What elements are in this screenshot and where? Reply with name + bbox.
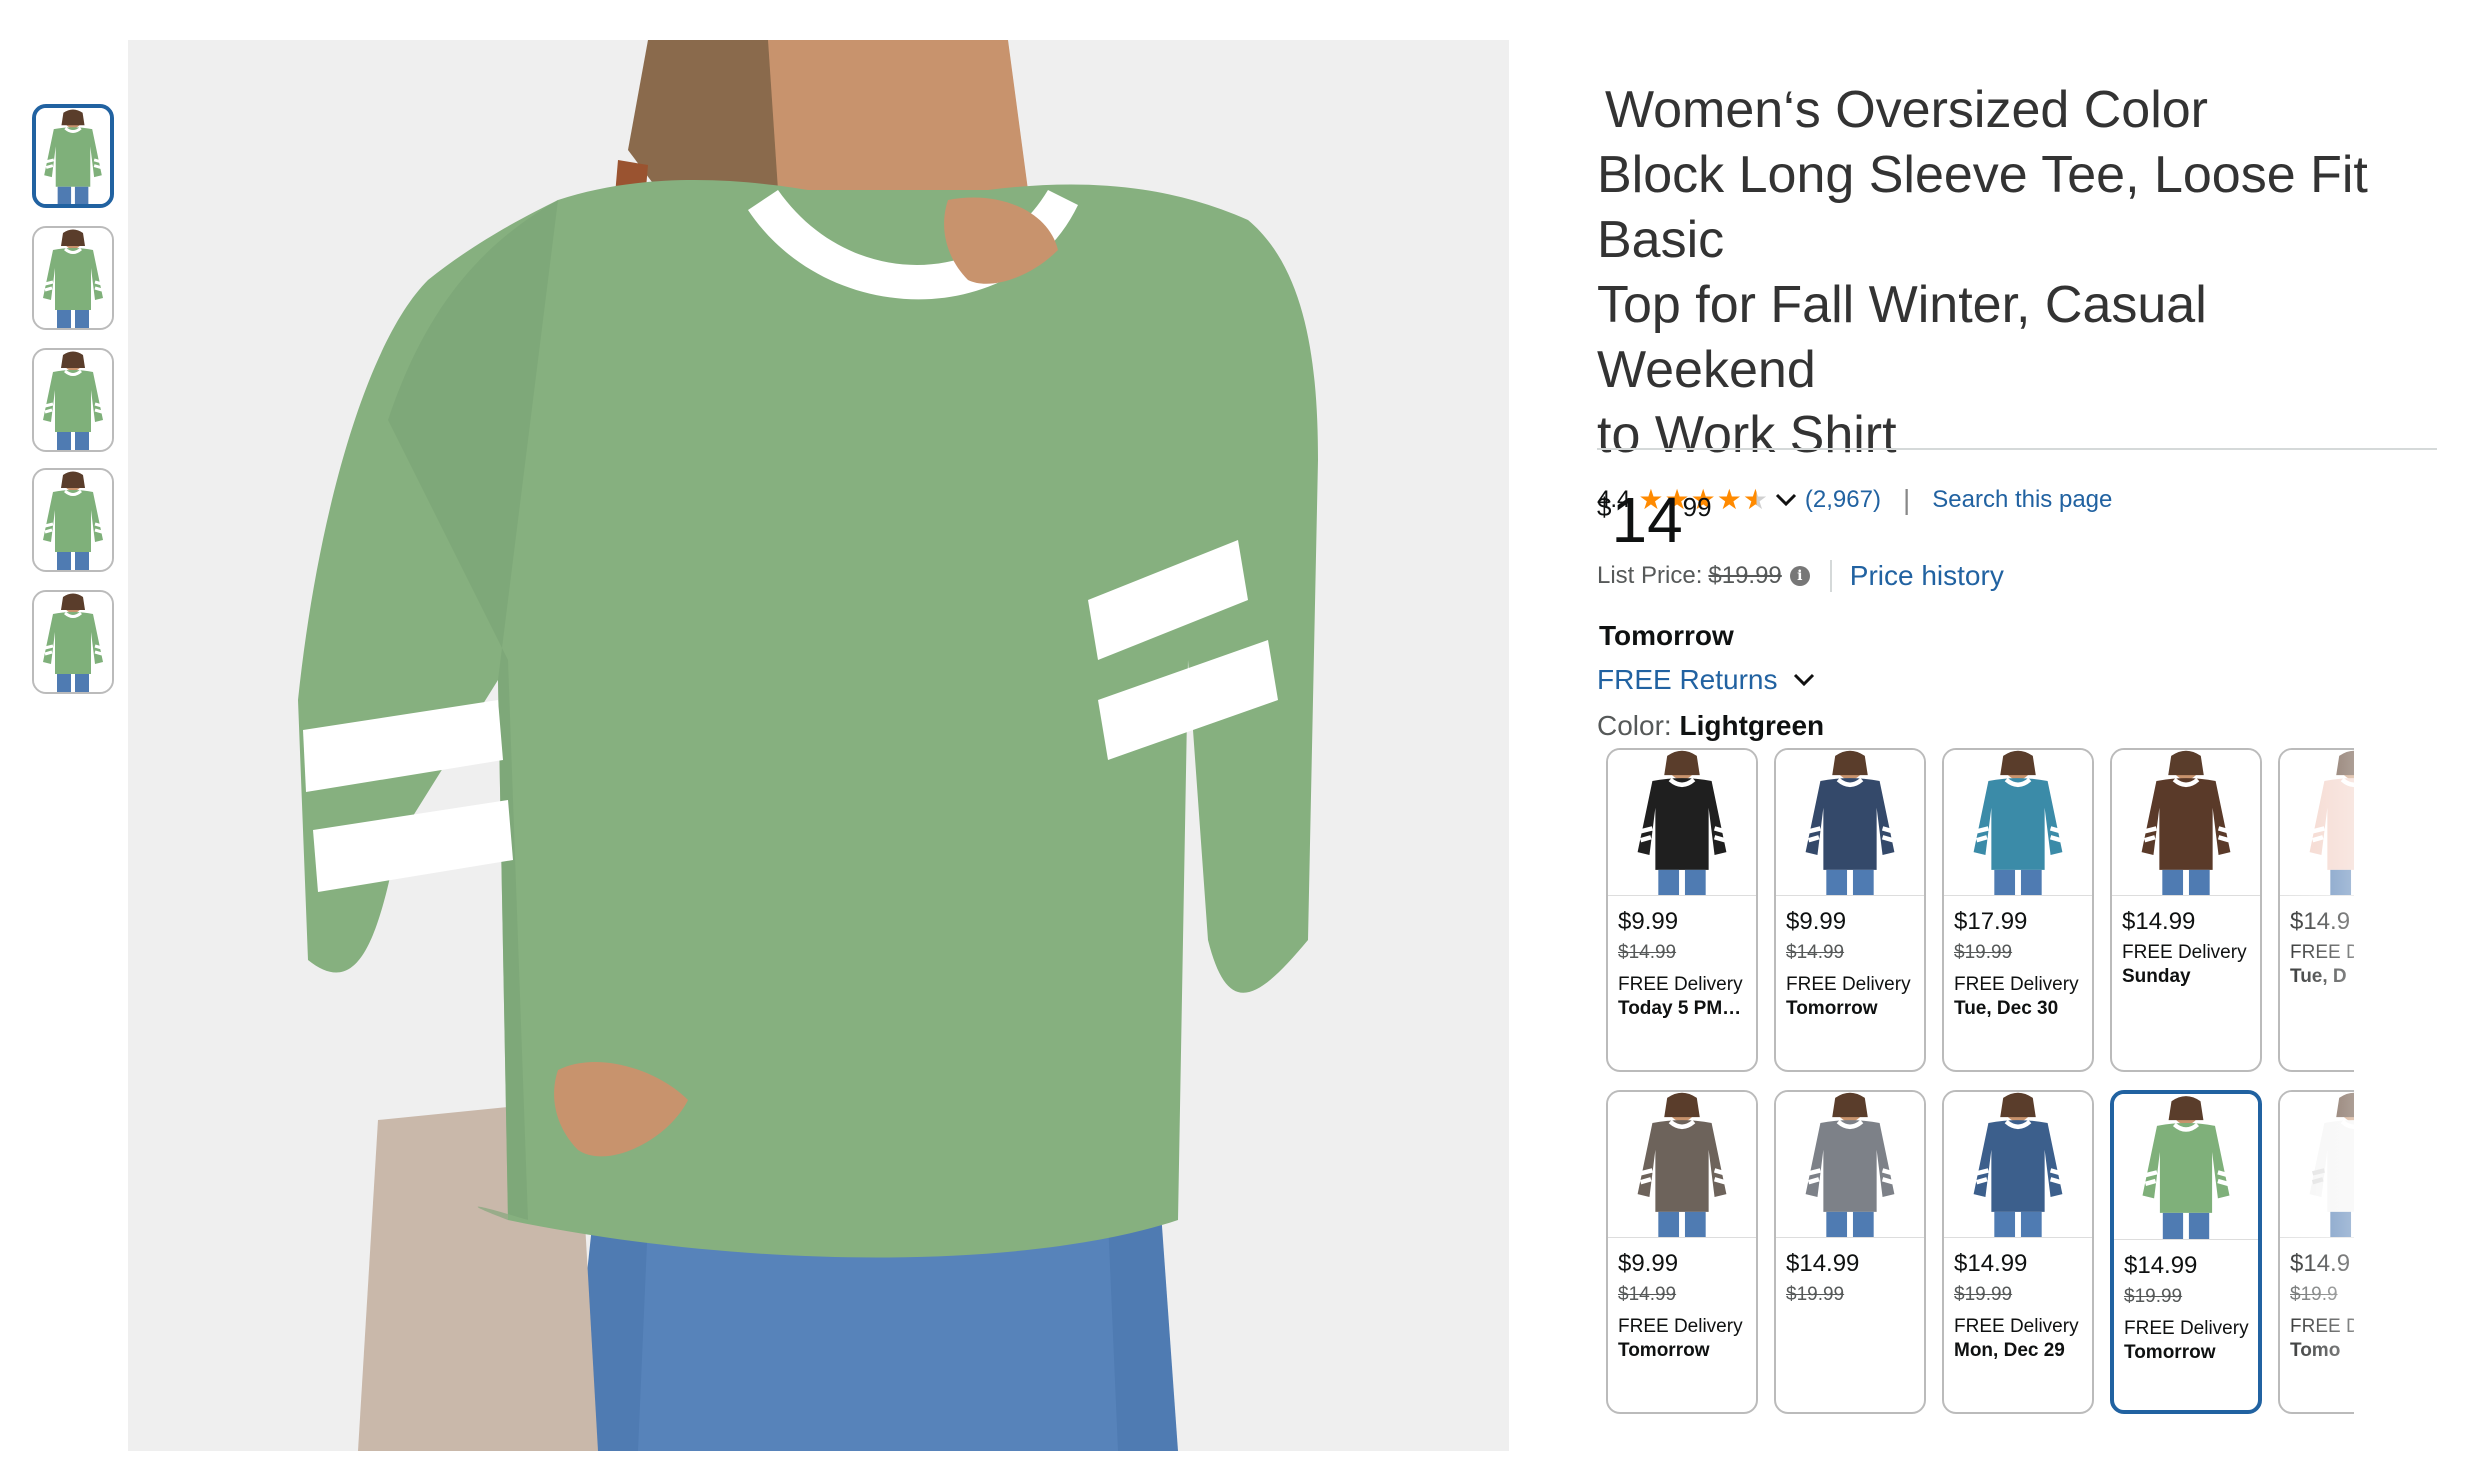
product-photo	[128, 40, 1509, 1451]
info-icon[interactable]: i	[1789, 566, 1810, 586]
separator	[1829, 560, 1832, 592]
swatch-image	[2280, 750, 2354, 896]
swatch-delivery-date: Tue, D	[2290, 966, 2347, 987]
title-line: to Work Shirt	[1597, 406, 1897, 464]
swatch-delivery-date: Tue, Dec 30	[1954, 998, 2059, 1019]
swatch-price: $17.99	[1954, 908, 2028, 935]
price-fraction: 99	[1682, 492, 1712, 522]
color-swatch[interactable]: $17.99 $19.99 FREE Delivery Tue, Dec 30	[1942, 748, 2094, 1072]
star-icon: ★	[1742, 484, 1768, 515]
title-line: Women‘s Oversized Color	[1605, 81, 2209, 139]
swatch-image	[2280, 1092, 2354, 1238]
swatch-price: $14.99	[1954, 1250, 2028, 1277]
swatch-price: $9.99	[1618, 908, 1679, 935]
color-swatch[interactable]: $9.99 $14.99 FREE Delivery Today 5 PM…	[1606, 748, 1758, 1072]
color-swatch[interactable]: $14.99 FREE Delivery Sunday	[2110, 748, 2262, 1072]
swatch-list-price: $19.99	[1954, 1284, 2013, 1305]
swatch-list-price: $14.99	[1618, 942, 1677, 963]
thumbnail-1[interactable]	[32, 104, 114, 208]
swatch-image	[1776, 1092, 1924, 1238]
swatch-image	[1944, 1092, 2092, 1238]
review-count-link[interactable]: (2,967)	[1805, 486, 1881, 514]
swatch-price: $14.9	[2290, 908, 2351, 935]
delivery-day: Tomorrow	[1599, 620, 1734, 651]
swatch-price: $14.99	[2122, 908, 2196, 935]
swatch-list-price: $14.99	[1618, 1284, 1677, 1305]
product-info: Women‘s Oversized Color Block Long Sleev…	[1597, 78, 2437, 741]
main-product-image[interactable]	[128, 40, 1509, 1451]
color-swatch[interactable]: $14.99 $19.99 FREE Delivery Mon, Dec 29	[1942, 1090, 2094, 1414]
swatch-delivery-date: Tomorrow	[1786, 998, 1878, 1019]
swatch-delivery-label: FREE Delivery	[2124, 1318, 2249, 1339]
chevron-down-icon[interactable]	[1775, 493, 1797, 507]
swatch-price: $14.9	[2290, 1250, 2351, 1277]
swatch-delivery-date: Sunday	[2122, 966, 2191, 987]
color-swatch[interactable]: $14.99 $19.99	[1774, 1090, 1926, 1414]
swatch-price: $14.99	[2124, 1252, 2198, 1279]
swatch-image	[1608, 1092, 1756, 1238]
free-returns-link[interactable]: FREE Returns	[1597, 664, 1816, 696]
color-swatch[interactable]: $14.9 FREE D Tue, D	[2278, 748, 2354, 1072]
swatch-image	[2112, 750, 2260, 896]
color-swatch[interactable]: $14.9 $19.9 FREE D Tomo	[2278, 1090, 2354, 1414]
separator: |	[1902, 484, 1911, 515]
list-price-label: List Price:	[1597, 562, 1703, 589]
thumbnail-2[interactable]	[32, 226, 114, 330]
color-selection: Color: Lightgreen	[1597, 710, 1824, 742]
swatch-image	[1776, 750, 1924, 896]
swatch-delivery-date: Today 5 PM…	[1618, 998, 1742, 1019]
swatch-list-price: $14.99	[1786, 942, 1845, 963]
swatch-delivery-label: FREE D	[2290, 942, 2354, 963]
price-currency: $	[1597, 492, 1612, 522]
swatch-delivery-label: FREE D	[2290, 1316, 2354, 1337]
swatch-image	[2114, 1094, 2258, 1240]
title-line: Top for Fall Winter, Casual Weekend	[1597, 276, 2207, 399]
swatch-price: $14.99	[1786, 1250, 1860, 1277]
swatch-delivery-date: Tomo	[2290, 1340, 2341, 1361]
search-this-page-link[interactable]: Search this page	[1932, 486, 2112, 514]
thumbnail-5[interactable]	[32, 590, 114, 694]
swatch-image	[1944, 750, 2092, 896]
swatch-delivery-date: Tomorrow	[1618, 1340, 1710, 1361]
free-returns-label: FREE Returns	[1597, 664, 1778, 695]
color-swatch[interactable]: $9.99 $14.99 FREE Delivery Tomorrow	[1774, 748, 1926, 1072]
divider	[1597, 448, 2437, 450]
swatch-delivery-label: FREE Delivery	[1786, 974, 1911, 995]
price-history-link[interactable]: Price history	[1850, 560, 2004, 592]
price-whole: 14	[1611, 484, 1683, 556]
list-price-row: List Price: $19.99 i Price history	[1597, 556, 2004, 596]
list-price-value: $19.99	[1708, 562, 1782, 589]
swatch-list-price: $19.99	[1786, 1284, 1845, 1305]
swatch-list-price: $19.99	[2124, 1286, 2183, 1307]
thumbnail-4[interactable]	[32, 468, 114, 572]
thumbnail-3[interactable]	[32, 348, 114, 452]
swatch-list-price: $19.99	[1954, 942, 2013, 963]
color-label: Color:	[1597, 710, 1672, 741]
color-swatch-grid: $9.99 $14.99 FREE Delivery Today 5 PM… $9.99…	[1606, 748, 2354, 1418]
star-icon: ★	[1716, 484, 1742, 515]
color-swatch[interactable]: $9.99 $14.99 FREE Delivery Tomorrow	[1606, 1090, 1758, 1414]
swatch-delivery-label: FREE Delivery	[1618, 974, 1743, 995]
color-swatch[interactable]: $14.99 $19.99 FREE Delivery Tomorrow	[2110, 1090, 2262, 1414]
rating-row: 4.4 ★ ★ ★ ★ ★ (2,967) | Search this page	[1597, 482, 2437, 518]
swatch-image	[1608, 750, 1756, 896]
swatch-delivery-label: FREE Delivery	[1618, 1316, 1743, 1337]
product-title: Women‘s Oversized Color Block Long Sleev…	[1597, 78, 2437, 468]
swatch-list-price: $19.9	[2290, 1284, 2338, 1305]
color-value: Lightgreen	[1679, 710, 1825, 741]
swatch-delivery-label: FREE Delivery	[1954, 974, 2079, 995]
chevron-down-icon	[1793, 673, 1814, 687]
title-line: Block Long Sleeve Tee, Loose Fit Basic	[1597, 146, 2368, 269]
swatch-delivery-date: Mon, Dec 29	[1954, 1340, 2065, 1361]
swatch-price: $9.99	[1618, 1250, 1679, 1277]
swatch-price: $9.99	[1786, 908, 1847, 935]
swatch-delivery-label: FREE Delivery	[2122, 942, 2247, 963]
swatch-delivery-date: Tomorrow	[2124, 1342, 2216, 1363]
swatch-delivery-label: FREE Delivery	[1954, 1316, 2079, 1337]
